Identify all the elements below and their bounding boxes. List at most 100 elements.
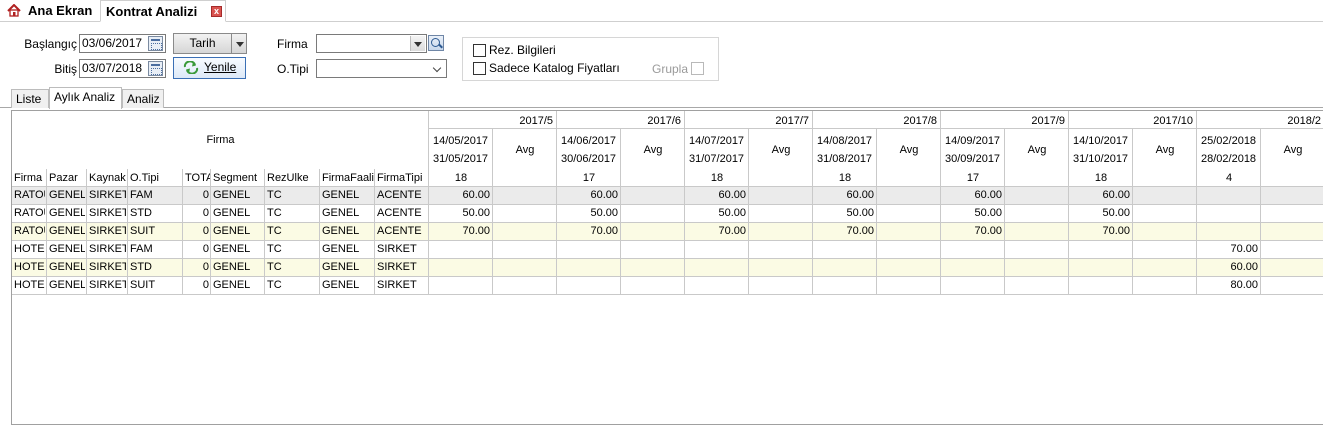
firma-select[interactable] <box>316 34 427 53</box>
table-cell: GENEL <box>49 243 85 255</box>
table-cell: GENEL <box>322 243 360 255</box>
date-mode-dropdown[interactable] <box>231 33 247 54</box>
column-header[interactable]: TOTAL <box>185 172 210 184</box>
table-cell: GENEL <box>322 261 360 273</box>
column-group-header: Firma <box>206 134 235 146</box>
refresh-button[interactable]: Yenile <box>173 57 246 79</box>
column-header[interactable]: FirmaTipi <box>377 172 428 184</box>
tab-kontrat-analizi[interactable]: Kontrat Analizi x <box>100 0 226 22</box>
month-header[interactable]: 2017/5 <box>429 115 553 127</box>
otipi-label: O.Tipi <box>277 62 309 76</box>
table-cell: 0 <box>202 243 209 255</box>
column-header[interactable]: Firma <box>14 172 46 184</box>
tab-aylik-analiz[interactable]: Aylık Analiz <box>49 87 122 109</box>
table-cell: ACENTE <box>377 207 422 219</box>
avg-header[interactable]: Avg <box>1133 144 1197 156</box>
value-cell: 70.00 <box>462 225 490 237</box>
table-cell: SIRKET <box>89 225 126 237</box>
tab-analiz[interactable]: Analiz <box>122 89 164 108</box>
table-cell: GENEL <box>213 261 251 273</box>
table-cell: TC <box>267 207 282 219</box>
column-header[interactable]: O.Tipi <box>130 172 182 184</box>
grid-line <box>12 276 1323 277</box>
table-cell: GENEL <box>213 189 251 201</box>
month-header[interactable]: 2017/10 <box>1069 115 1193 127</box>
grid-line <box>12 258 1323 259</box>
table-cell: 0 <box>202 225 209 237</box>
otipi-dropdown-button[interactable] <box>430 61 445 76</box>
value-cell: 60.00 <box>1230 261 1258 273</box>
table-cell: GENEL <box>213 279 251 291</box>
rez-bilgileri-checkbox[interactable] <box>473 44 486 57</box>
katalog-checkbox[interactable] <box>473 62 486 75</box>
table-cell: RATOUR <box>14 189 45 201</box>
table-cell: GENEL <box>49 207 85 219</box>
value-cell: 60.00 <box>462 189 490 201</box>
grupla-checkbox[interactable] <box>691 62 704 75</box>
value-cell: 50.00 <box>590 207 618 219</box>
calendar-icon[interactable] <box>148 36 163 51</box>
refresh-icon <box>183 61 199 74</box>
value-cell: 50.00 <box>846 207 874 219</box>
column-header[interactable]: Segment <box>213 172 264 184</box>
month-header[interactable]: 2017/8 <box>813 115 937 127</box>
tab-ana-ekran[interactable]: Ana Ekran <box>4 0 100 21</box>
rez-bilgileri-label: Rez. Bilgileri <box>489 43 556 57</box>
grid-line <box>940 111 941 295</box>
table-cell: SIRKET <box>89 243 126 255</box>
date-mode-button[interactable]: Tarih <box>173 33 232 54</box>
value-cell: 60.00 <box>974 189 1002 201</box>
month-end-date: 31/07/2017 <box>689 153 745 165</box>
month-start-date: 14/09/2017 <box>945 135 1001 147</box>
value-cell: 70.00 <box>1102 225 1130 237</box>
value-cell: 60.00 <box>718 189 746 201</box>
table-cell: SIRKET <box>89 189 126 201</box>
avg-header[interactable]: Avg <box>493 144 557 156</box>
otipi-select[interactable] <box>316 59 447 78</box>
month-end-date: 28/02/2018 <box>1201 153 1257 165</box>
avg-header[interactable]: Avg <box>1261 144 1323 156</box>
month-end-date: 31/05/2017 <box>433 153 489 165</box>
column-header[interactable]: Pazar <box>49 172 86 184</box>
table-cell: TC <box>267 189 282 201</box>
avg-header[interactable]: Avg <box>621 144 685 156</box>
search-icon[interactable] <box>428 35 444 51</box>
column-header[interactable]: RezUlke <box>267 172 319 184</box>
grid-line <box>264 169 265 295</box>
month-day-count: 17 <box>966 172 980 184</box>
column-header[interactable]: Kaynak <box>89 172 127 184</box>
table-cell: STD <box>130 207 152 219</box>
month-end-date: 30/06/2017 <box>561 153 617 165</box>
table-cell: SIRKET <box>377 261 417 273</box>
column-header[interactable]: FirmaFaaliyet <box>322 172 374 184</box>
table-cell: FAM <box>130 189 153 201</box>
avg-header[interactable]: Avg <box>1005 144 1069 156</box>
katalog-label: Sadece Katalog Fiyatları <box>489 61 620 75</box>
value-cell: 50.00 <box>1102 207 1130 219</box>
month-header[interactable]: 2017/7 <box>685 115 809 127</box>
table-cell: ACENTE <box>377 189 422 201</box>
refresh-button-label: Yenile <box>204 60 237 74</box>
grid-line <box>12 222 1323 223</box>
table-cell: 0 <box>202 207 209 219</box>
month-day-count: 18 <box>1094 172 1108 184</box>
table-cell: GENEL <box>322 279 360 291</box>
value-cell: 60.00 <box>590 189 618 201</box>
calendar-icon[interactable] <box>148 61 163 76</box>
table-cell: HOTEC <box>14 279 45 291</box>
monthly-analysis-grid[interactable]: FirmaFirmaPazarKaynakO.TipiTOTALSegmentR… <box>11 110 1323 425</box>
month-header[interactable]: 2017/6 <box>557 115 681 127</box>
home-icon <box>7 4 21 17</box>
table-cell: GENEL <box>49 261 85 273</box>
tab-liste[interactable]: Liste <box>11 89 49 108</box>
month-start-date: 14/10/2017 <box>1073 135 1129 147</box>
month-day-count: 18 <box>838 172 852 184</box>
month-header[interactable]: 2018/2 <box>1197 115 1321 127</box>
avg-header[interactable]: Avg <box>749 144 813 156</box>
value-cell: 70.00 <box>590 225 618 237</box>
month-header[interactable]: 2017/9 <box>941 115 1065 127</box>
table-cell: SIRKET <box>377 279 417 291</box>
avg-header[interactable]: Avg <box>877 144 941 156</box>
close-icon[interactable]: x <box>211 6 222 17</box>
firma-dropdown-button[interactable] <box>410 36 425 51</box>
